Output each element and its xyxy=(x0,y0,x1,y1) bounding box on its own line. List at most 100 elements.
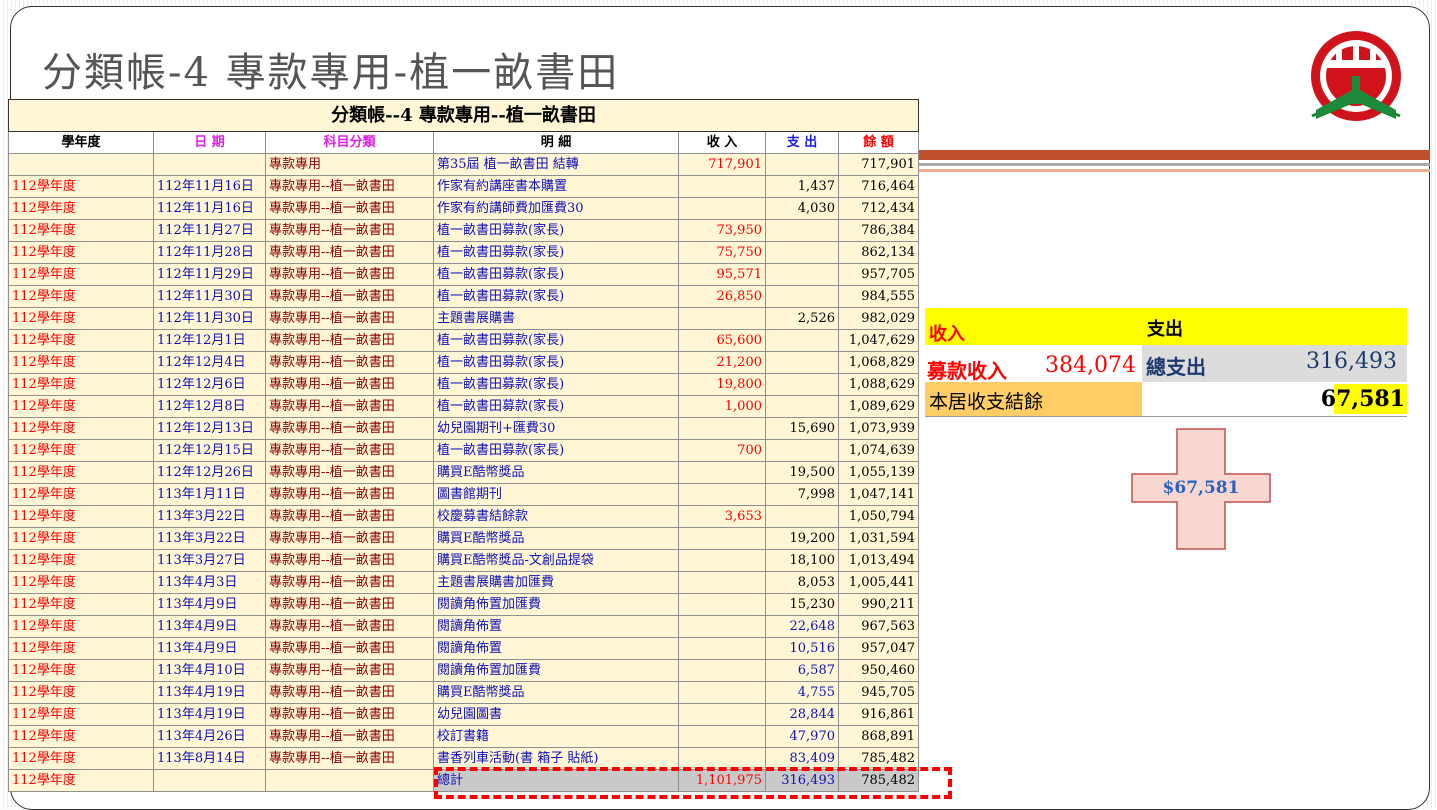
cell-year: 112學年度 xyxy=(8,307,154,330)
table-row: 112學年度 112年11月16日 專款專用--植一畝書田 作家有約講師費加匯費30 4… xyxy=(8,197,919,220)
cell-detail: 植一畝書田募款(家長) xyxy=(433,439,679,462)
table-header-row: 學年度 日 期 科目分類 明 細 收 入 支 出 餘 額 xyxy=(8,131,919,154)
cell-balance: 950,460 xyxy=(838,659,919,682)
slide-title: 分類帳-4 專款專用-植一畝書田 xyxy=(42,50,620,96)
cell-detail: 植一畝書田募款(家長) xyxy=(433,263,679,286)
plus-shape-label: $67,581 xyxy=(1162,478,1240,498)
cell-category: 專款專用--植一畝書田 xyxy=(265,549,434,572)
cell-balance: 712,434 xyxy=(838,197,919,220)
cell-balance: 984,555 xyxy=(838,285,919,308)
cell-year: 112學年度 xyxy=(8,571,154,594)
cell-expense xyxy=(765,219,839,242)
cell-income xyxy=(678,703,766,726)
cell-year: 112學年度 xyxy=(8,241,154,264)
cell-expense: 10,516 xyxy=(765,637,839,660)
table-row: 112學年度 112年12月1日 專款專用--植一畝書田 植一畝書田募款(家長) 65,… xyxy=(8,329,919,352)
cell-category: 專款專用--植一畝書田 xyxy=(265,615,434,638)
cell-balance: 1,047,629 xyxy=(838,329,919,352)
cell-balance: 1,013,494 xyxy=(838,549,919,572)
cell-category: 專款專用--植一畝書田 xyxy=(265,197,434,220)
header-expense: 支 出 xyxy=(765,131,839,154)
cell-income xyxy=(678,637,766,660)
cell-expense xyxy=(765,439,839,462)
cell-balance: 990,211 xyxy=(838,593,919,616)
cell-category: 專款專用--植一畝書田 xyxy=(265,417,434,440)
table-row: 112學年度 112年11月30日 專款專用--植一畝書田 植一畝書田募款(家長) 26… xyxy=(8,285,919,308)
summary-balance-row: 本居收支結餘 67,581 xyxy=(925,382,1407,417)
summary-income-value: 384,074 xyxy=(1045,353,1136,378)
cell-expense: 2,526 xyxy=(765,307,839,330)
cell-detail: 植一畝書田募款(家長) xyxy=(433,219,679,242)
cell-year: 112學年度 xyxy=(8,263,154,286)
cell-category: 專款專用--植一畝書田 xyxy=(265,527,434,550)
plus-shape: $67,581 xyxy=(1131,428,1271,550)
cell-date: 113年4月9日 xyxy=(153,615,266,638)
cell-balance: 1,055,139 xyxy=(838,461,919,484)
cell-detail: 植一畝書田募款(家長) xyxy=(433,351,679,374)
cell-balance: 957,047 xyxy=(838,637,919,660)
table-row: 112學年度 112年12月4日 專款專用--植一畝書田 植一畝書田募款(家長) 21,… xyxy=(8,351,919,374)
table-row: 112學年度 112年11月28日 專款專用--植一畝書田 植一畝書田募款(家長) 75… xyxy=(8,241,919,264)
cell-balance: 1,088,629 xyxy=(838,373,919,396)
cell-date: 113年4月19日 xyxy=(153,681,266,704)
cell-balance: 1,073,939 xyxy=(838,417,919,440)
cell-date: 112年12月26日 xyxy=(153,461,266,484)
cell-year: 112學年度 xyxy=(8,527,154,550)
cell-income xyxy=(678,461,766,484)
cell-category: 專款專用--植一畝書田 xyxy=(265,725,434,748)
cell-date: 112年12月4日 xyxy=(153,351,266,374)
cell-income: 1,000 xyxy=(678,395,766,418)
cell-balance: 1,031,594 xyxy=(838,527,919,550)
cell-balance: 1,047,141 xyxy=(838,483,919,506)
cell-year: 112學年度 xyxy=(8,439,154,462)
cell-date: 113年4月26日 xyxy=(153,725,266,748)
cell-date: 112年12月6日 xyxy=(153,373,266,396)
header-balance: 餘 額 xyxy=(838,131,919,154)
table-row: 112學年度 113年4月9日 專款專用--植一畝書田 閱讀角佈置 10,516 957,… xyxy=(8,637,919,660)
cell-expense: 47,970 xyxy=(765,725,839,748)
cell-balance: 862,134 xyxy=(838,241,919,264)
cell-category: 專款專用--植一畝書田 xyxy=(265,351,434,374)
table-title-row: 分類帳--4 專款專用--植一畝書田 xyxy=(8,99,919,132)
cell-expense xyxy=(765,241,839,264)
cell-detail: 第35屆 植一畝書田 結轉 xyxy=(433,153,679,176)
cell-balance: 1,074,639 xyxy=(838,439,919,462)
cell-expense: 19,500 xyxy=(765,461,839,484)
table-row: 112學年度 113年4月9日 專款專用--植一畝書田 閱讀角佈置加匯費 15,230 9… xyxy=(8,593,919,616)
cell-income xyxy=(678,175,766,198)
table-row: 112學年度 112年12月6日 專款專用--植一畝書田 植一畝書田募款(家長) 19,… xyxy=(8,373,919,396)
cell-date: 112年11月28日 xyxy=(153,241,266,264)
table-row: 112學年度 113年4月3日 專款專用--植一畝書田 主題書展購書加匯費 8,053 1… xyxy=(8,571,919,594)
cell-detail: 作家有約講師費加匯費30 xyxy=(433,197,679,220)
cell-date: 112年12月15日 xyxy=(153,439,266,462)
cell-balance: 868,891 xyxy=(838,725,919,748)
cell-date: 113年3月27日 xyxy=(153,549,266,572)
cell-category: 專款專用--植一畝書田 xyxy=(265,285,434,308)
cell-date: 112年12月1日 xyxy=(153,329,266,352)
cell-income: 95,571 xyxy=(678,263,766,286)
cell-expense xyxy=(765,263,839,286)
cell-category: 專款專用--植一畝書田 xyxy=(265,241,434,264)
cell-date: 113年8月14日 xyxy=(153,747,266,770)
cell-year: 112學年度 xyxy=(8,505,154,528)
cell-balance: 1,005,441 xyxy=(838,571,919,594)
cell-expense: 4,755 xyxy=(765,681,839,704)
cell-category: 專款專用--植一畝書田 xyxy=(265,637,434,660)
cell-date: 112年11月16日 xyxy=(153,197,266,220)
cell-category: 專款專用--植一畝書田 xyxy=(265,483,434,506)
cell-balance: 1,068,829 xyxy=(838,351,919,374)
cell-income xyxy=(678,549,766,572)
cell-income xyxy=(678,197,766,220)
cell-date: 112年11月30日 xyxy=(153,285,266,308)
cell-detail: 主題書展購書加匯費 xyxy=(433,571,679,594)
cell-income xyxy=(678,681,766,704)
cell-income: 700 xyxy=(678,439,766,462)
cell-detail: 校訂書籍 xyxy=(433,725,679,748)
cell-category: 專款專用--植一畝書田 xyxy=(265,505,434,528)
cell-detail: 植一畝書田募款(家長) xyxy=(433,285,679,308)
cell-date: 112年11月30日 xyxy=(153,307,266,330)
cell-date xyxy=(153,153,266,176)
summary-income-label: 募款收入 xyxy=(927,359,1007,383)
cell-year: 112學年度 xyxy=(8,637,154,660)
header-category: 科目分類 xyxy=(265,131,434,154)
